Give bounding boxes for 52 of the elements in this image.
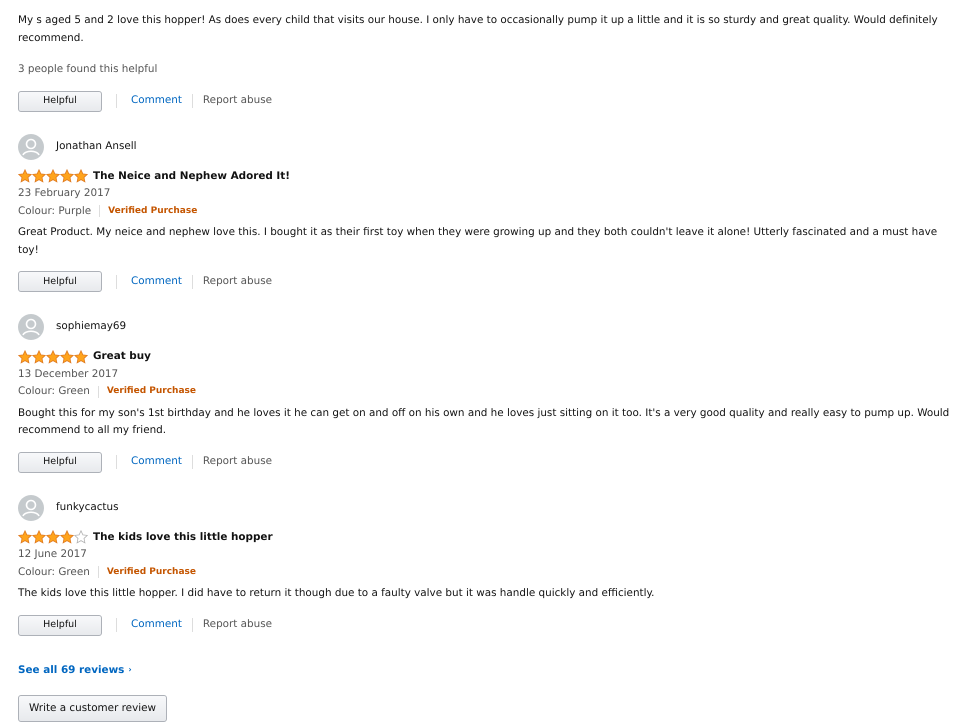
colour-variant: Colour: Green <box>18 564 90 580</box>
verified-purchase-label: Verified Purchase <box>108 204 198 218</box>
reviewer-name: Jonathan Ansell <box>56 138 137 154</box>
star-icon <box>18 530 32 544</box>
reviewer-name: sophiemay69 <box>56 319 126 334</box>
star-icon <box>60 530 74 544</box>
comment-link[interactable]: Comment <box>131 92 182 110</box>
star-icon <box>60 169 74 184</box>
review-title: The kids love this little hopper <box>93 530 273 544</box>
review-text: My s aged 5 and 2 love this hopper! As does every child that visits our house. I only have to occasionally pump it up a little and it is so sturdy and great quality. Would definitely recommend. <box>18 13 939 46</box>
star-icon <box>74 350 88 364</box>
avatar-icon <box>18 134 44 160</box>
review-date: 12 June 2017 <box>18 547 88 562</box>
helpful-button[interactable]: Helpful <box>18 614 102 636</box>
write-review-button[interactable]: Write a customer review <box>18 694 168 722</box>
comment-link[interactable]: Comment <box>131 272 182 290</box>
star-icon <box>18 169 32 184</box>
star-icon <box>60 350 74 364</box>
see-all-reviews-link[interactable]: See all 69 reviews › <box>18 664 132 676</box>
star-icon <box>32 530 46 544</box>
helpful-button[interactable]: Helpful <box>18 271 102 292</box>
helpful-button[interactable]: Helpful <box>18 90 102 112</box>
verified-purchase-label: Verified Purchase <box>106 566 196 578</box>
comment-link[interactable]: Comment <box>131 453 182 471</box>
review-text: The kids love this little hopper. I did have to return it though due to a faulty valve but it was handle quickly and efficiently. <box>18 586 656 601</box>
verified-purchase-label: Verified Purchase <box>106 385 196 398</box>
star-icon <box>32 350 46 364</box>
report-abuse-link[interactable]: Report abuse <box>202 272 272 290</box>
comment-link[interactable]: Comment <box>131 616 182 634</box>
helpful-count: 3 people found this helpful <box>18 62 158 77</box>
reviewer-name: funkycactus <box>56 500 118 515</box>
star-icon <box>18 350 32 364</box>
report-abuse-link[interactable]: Report abuse <box>202 616 272 634</box>
report-abuse-link[interactable]: Report abuse <box>202 453 272 471</box>
review-date: 23 February 2017 <box>18 186 112 201</box>
colour-variant: Colour: Purple <box>18 204 92 218</box>
review-title: The Neice and Nephew Adored It! <box>93 168 290 184</box>
star-icon <box>46 350 60 364</box>
review-text: Bought this for my son's 1st birthday and he loves it he can get on and off on his own and he loves just sitting on it too. It's a very good quality and really easy to pump up. Would recommend to all my friend. <box>18 406 950 438</box>
review-title: Great buy <box>93 349 151 364</box>
star-icon <box>46 530 60 544</box>
star-icon <box>74 530 88 544</box>
helpful-button[interactable]: Helpful <box>18 452 102 472</box>
star-icon <box>32 169 46 184</box>
star-icon <box>46 169 60 184</box>
report-abuse-link[interactable]: Report abuse <box>202 92 272 110</box>
avatar-icon <box>18 314 44 340</box>
star-icon <box>74 169 88 184</box>
review-date: 13 December 2017 <box>18 366 120 382</box>
avatar-icon <box>18 494 44 520</box>
colour-variant: Colour: Green <box>18 384 90 399</box>
review-text: Great Product. My neice and nephew love this. I bought it as their first toy when they were growing up and they both couldn't leave it alone! Utterly fascinated and a must have toy! <box>18 225 938 258</box>
